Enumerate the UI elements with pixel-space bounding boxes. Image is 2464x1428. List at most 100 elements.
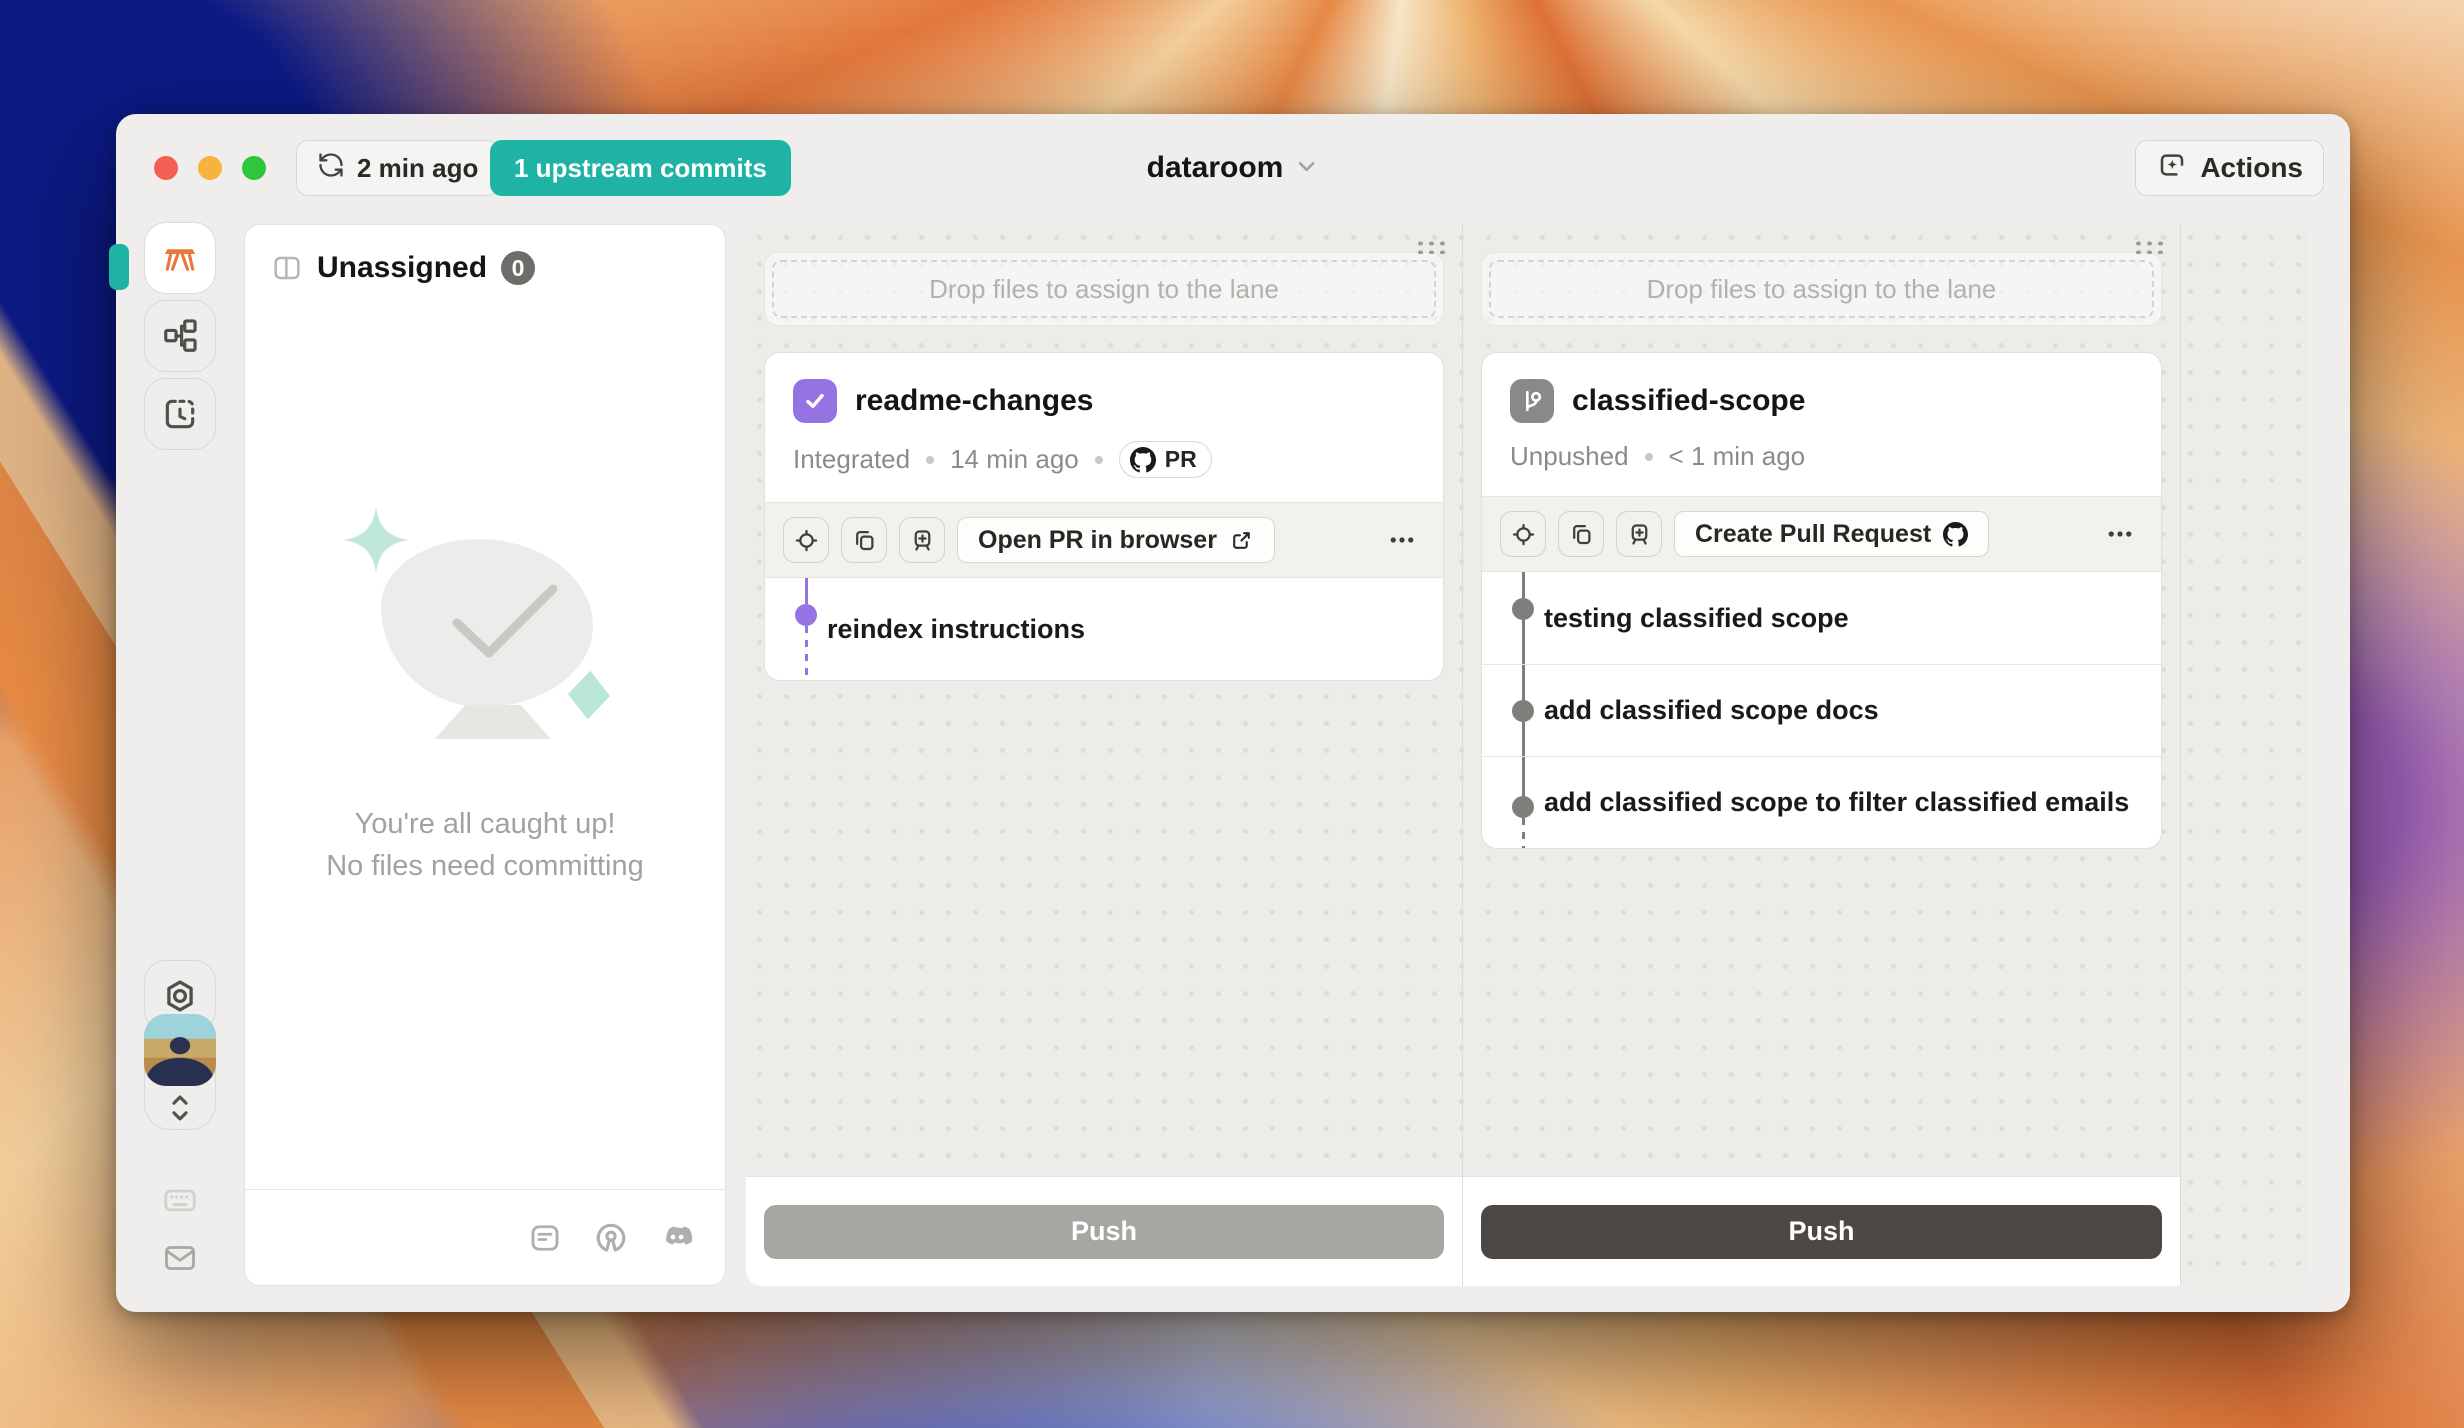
- branch-header[interactable]: classified-scope Unpushed < 1 min ago: [1482, 353, 2161, 496]
- commit-message: reindex instructions: [827, 578, 1443, 680]
- discord-icon[interactable]: [659, 1220, 695, 1256]
- push-button[interactable]: Push: [1481, 1205, 2162, 1259]
- fetch-status-label: 2 min ago: [357, 153, 478, 184]
- target-icon: [793, 527, 820, 554]
- close-button[interactable]: [154, 156, 178, 180]
- account-switcher[interactable]: [144, 1014, 216, 1130]
- project-name: dataroom: [1147, 151, 1284, 185]
- create-pr-label: Create Pull Request: [1695, 520, 1931, 549]
- add-dependent-branch-button[interactable]: [899, 517, 945, 563]
- commit-row[interactable]: testing classified scope: [1482, 572, 2161, 664]
- create-pr-button[interactable]: Create Pull Request: [1674, 511, 1989, 557]
- commit-rail: [1502, 665, 1544, 756]
- commit-rail: [785, 578, 827, 680]
- more-icon: [2105, 519, 2135, 549]
- separator-dot: [1645, 453, 1653, 461]
- target-icon: [1510, 521, 1537, 548]
- actions-label: Actions: [2200, 152, 2303, 184]
- copy-button[interactable]: [1558, 511, 1604, 557]
- keyboard-shortcuts-button[interactable]: [162, 1182, 198, 1218]
- actions-button[interactable]: Actions: [2135, 140, 2324, 196]
- branch-updated: < 1 min ago: [1669, 441, 1806, 472]
- dropzone-label: Drop files to assign to the lane: [772, 260, 1436, 318]
- mail-icon: [162, 1263, 198, 1280]
- add-dependent-branch-button[interactable]: [1616, 511, 1662, 557]
- sidebar-item-workspace[interactable]: [144, 222, 216, 294]
- project-switcher[interactable]: dataroom: [1147, 140, 1320, 196]
- branch-header[interactable]: readme-changes Integrated 14 min ago PR: [765, 353, 1443, 502]
- zoom-button[interactable]: [242, 156, 266, 180]
- feedback-icon[interactable]: [527, 1220, 563, 1256]
- commit-target-button[interactable]: [783, 517, 829, 563]
- empty-state-title: You're all caught up!: [355, 803, 616, 845]
- branch-card-classified-scope: classified-scope Unpushed < 1 min ago: [1481, 352, 2162, 849]
- more-options-button[interactable]: [1379, 517, 1425, 563]
- branch-toolbar: Open PR in browser: [765, 502, 1443, 578]
- fetch-status-button[interactable]: 2 min ago: [296, 140, 499, 196]
- monitor-stand: [435, 705, 551, 739]
- commit-list: reindex instructions: [765, 578, 1443, 680]
- branch-updated: 14 min ago: [950, 444, 1079, 475]
- add-dependent-branch-icon: [909, 527, 936, 554]
- sync-icon: [317, 151, 345, 186]
- copy-icon: [851, 527, 878, 554]
- more-options-button[interactable]: [2097, 511, 2143, 557]
- commit-message: testing classified scope: [1544, 572, 2161, 664]
- drag-grip-icon[interactable]: [1414, 238, 1446, 254]
- mail-feedback-button[interactable]: [162, 1240, 198, 1276]
- branches-icon: [161, 317, 199, 355]
- updown-icon: [165, 1086, 195, 1129]
- commit-rail: [1502, 757, 1544, 848]
- github-icon: [1943, 522, 1968, 547]
- commit-list: testing classified scope add classified …: [1482, 572, 2161, 848]
- commit-target-button[interactable]: [1500, 511, 1546, 557]
- check-icon: [445, 577, 565, 667]
- copy-button[interactable]: [841, 517, 887, 563]
- pr-badge[interactable]: PR: [1119, 441, 1212, 478]
- branch-toolbar: Create Pull Request: [1482, 496, 2161, 572]
- add-dependent-branch-icon: [1626, 521, 1653, 548]
- separator-dot: [926, 456, 934, 464]
- dropzone[interactable]: Drop files to assign to the lane: [764, 252, 1444, 326]
- commit-message: add classified scope docs: [1544, 665, 2161, 756]
- lane-footer: Push: [746, 1176, 1462, 1286]
- drag-grip-icon[interactable]: [2132, 238, 2164, 254]
- dropzone-label: Drop files to assign to the lane: [1489, 260, 2154, 318]
- sparkle-actions-icon: [2156, 149, 2188, 188]
- commit-row[interactable]: reindex instructions: [765, 578, 1443, 680]
- commit-row[interactable]: add classified scope to filter classifie…: [1482, 756, 2161, 848]
- push-button[interactable]: Push: [764, 1205, 1444, 1259]
- commit-rail: [1502, 572, 1544, 664]
- sidebar-item-history[interactable]: [144, 378, 216, 450]
- open-source-icon[interactable]: [593, 1220, 629, 1256]
- board-empty-strip: [2180, 224, 2308, 1286]
- pr-badge-label: PR: [1165, 446, 1197, 473]
- workspace-icon: [161, 239, 199, 277]
- lane-classified-scope: Drop files to assign to the lane classif…: [1462, 224, 2180, 1286]
- lane-footer: Push: [1463, 1176, 2180, 1286]
- upstream-commits-button[interactable]: 1 upstream commits: [490, 140, 791, 196]
- unassigned-panel: Unassigned 0 You're all caught: [244, 224, 726, 1286]
- more-icon: [1387, 525, 1417, 555]
- traffic-lights: [154, 156, 266, 180]
- external-link-icon: [1229, 528, 1254, 553]
- branch-card-readme-changes: readme-changes Integrated 14 min ago PR: [764, 352, 1444, 681]
- unassigned-footer: [245, 1189, 725, 1285]
- commit-row[interactable]: add classified scope docs: [1482, 664, 2161, 756]
- branch-name: classified-scope: [1572, 384, 1805, 418]
- branch-status: Unpushed: [1510, 441, 1629, 472]
- avatar: [144, 1014, 216, 1086]
- copy-icon: [1568, 521, 1595, 548]
- branch-status: Integrated: [793, 444, 910, 475]
- sidebar-item-branches[interactable]: [144, 300, 216, 372]
- branch-icon: [1510, 379, 1554, 423]
- dropzone[interactable]: Drop files to assign to the lane: [1481, 252, 2162, 326]
- unassigned-empty-state: You're all caught up! No files need comm…: [245, 205, 725, 1189]
- open-pr-button[interactable]: Open PR in browser: [957, 517, 1275, 563]
- minimize-button[interactable]: [198, 156, 222, 180]
- integrated-branch-icon: [793, 379, 837, 423]
- workspace-board: Drop files to assign to the lane readme-…: [746, 224, 2308, 1286]
- branch-name: readme-changes: [855, 384, 1093, 418]
- commit-dot: [1512, 796, 1534, 818]
- commit-message: add classified scope to filter classifie…: [1544, 757, 2161, 848]
